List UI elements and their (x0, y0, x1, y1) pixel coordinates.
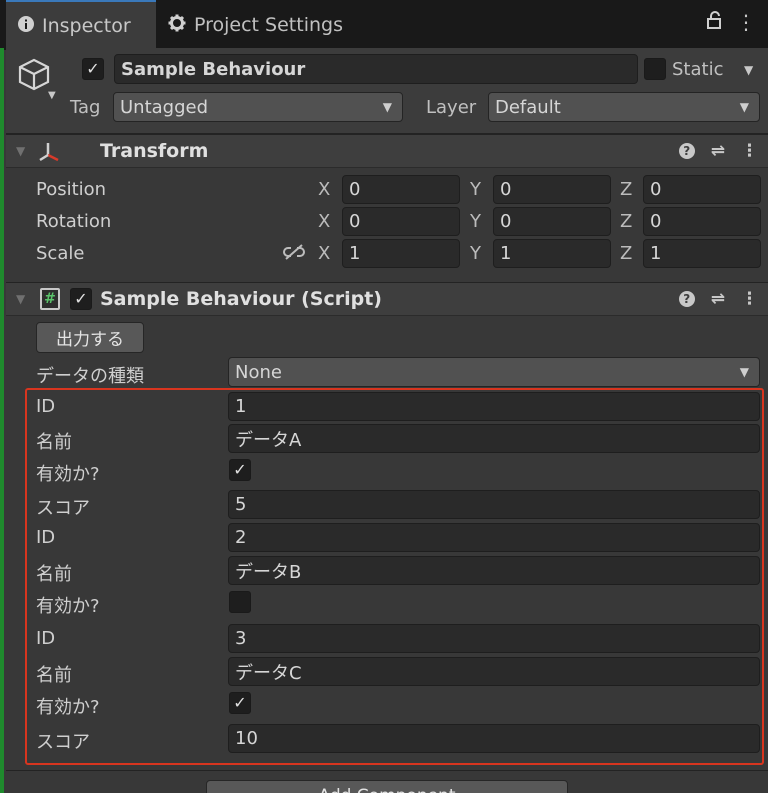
tab-bar: Inspector Project Settings ⋮ (0, 0, 768, 50)
script-enabled-checkbox[interactable]: ✓ (70, 288, 92, 310)
rotation-y-field[interactable]: 0 (493, 207, 611, 236)
more-menu-icon[interactable]: ⋮ (741, 141, 758, 161)
tag-dropdown[interactable]: Untagged ▼ (113, 92, 403, 122)
data-type-dropdown[interactable]: None ▼ (228, 357, 760, 387)
item-valid-checkbox[interactable] (229, 591, 251, 613)
selection-edge (0, 48, 4, 793)
object-name-field[interactable]: Sample Behaviour (114, 54, 638, 84)
data-type-label: データの種類 (36, 366, 144, 387)
item-id-field[interactable]: 3 (228, 624, 760, 653)
static-label: Static (672, 59, 724, 80)
item-id-field[interactable]: 2 (228, 523, 760, 552)
foldout-arrow-icon[interactable]: ▼ (16, 292, 25, 306)
help-icon[interactable]: ? (678, 143, 695, 159)
position-x-field[interactable]: 0 (342, 175, 460, 204)
presets-icon[interactable]: ⇌ (711, 141, 725, 161)
item-valid-label: 有効か? (36, 697, 100, 718)
scale-x-field[interactable]: 1 (342, 239, 460, 268)
position-z-field[interactable]: 0 (643, 175, 761, 204)
item-id-field[interactable]: 1 (228, 392, 760, 421)
item-name-label: 名前 (36, 432, 72, 453)
script-component-header[interactable]: ▼ # ✓ Sample Behaviour (Script) ? ⇌ ⋮ (6, 282, 768, 316)
position-label: Position (36, 179, 107, 200)
script-hash-icon: # (40, 288, 60, 310)
item-score-field[interactable]: 10 (228, 724, 760, 753)
chevron-down-icon: ▼ (739, 365, 749, 379)
scale-z-field[interactable]: 1 (643, 239, 761, 268)
info-icon (18, 15, 34, 37)
gear-icon (168, 14, 186, 37)
icon-dropdown-arrow[interactable]: ▼ (48, 90, 56, 101)
item-id-label: ID (36, 396, 56, 417)
foldout-arrow-icon[interactable]: ▼ (16, 144, 25, 158)
item-name-field[interactable]: データC (228, 657, 760, 686)
static-dropdown-arrow[interactable]: ▼ (744, 63, 753, 77)
tab-project-settings[interactable]: Project Settings (168, 0, 343, 50)
static-checkbox[interactable] (644, 58, 666, 80)
chevron-down-icon: ▼ (739, 100, 749, 114)
lock-icon[interactable] (706, 10, 722, 34)
item-name-label: 名前 (36, 665, 72, 686)
rotation-label: Rotation (36, 211, 112, 232)
item-name-field[interactable]: データA (228, 424, 760, 453)
position-y-field[interactable]: 0 (493, 175, 611, 204)
item-valid-label: 有効か? (36, 464, 100, 485)
chevron-down-icon: ▼ (382, 100, 392, 114)
tab-inspector-label: Inspector (42, 15, 131, 37)
presets-icon[interactable]: ⇌ (711, 289, 725, 309)
layer-label: Layer (426, 97, 477, 118)
rotation-z-field[interactable]: 0 (643, 207, 761, 236)
tab-inspector[interactable]: Inspector (6, 0, 156, 50)
item-valid-label: 有効か? (36, 596, 100, 617)
item-valid-checkbox[interactable]: ✓ (229, 459, 251, 481)
tag-label: Tag (70, 97, 101, 118)
more-menu-icon[interactable]: ⋮ (736, 10, 756, 34)
item-id-label: ID (36, 527, 56, 548)
tab-project-settings-label: Project Settings (194, 14, 343, 36)
active-checkbox[interactable]: ✓ (82, 58, 104, 80)
scale-y-field[interactable]: 1 (493, 239, 611, 268)
help-icon[interactable]: ? (678, 291, 695, 307)
transform-header[interactable]: ▼ Transform ? ⇌ ⋮ (6, 134, 768, 168)
item-name-label: 名前 (36, 564, 72, 585)
item-name-field[interactable]: データB (228, 556, 760, 585)
item-valid-checkbox[interactable]: ✓ (229, 692, 251, 714)
rotation-x-field[interactable]: 0 (342, 207, 460, 236)
output-button[interactable]: 出力する (36, 322, 144, 353)
add-component-button[interactable]: Add Component (206, 780, 568, 793)
script-title: Sample Behaviour (Script) (100, 288, 382, 310)
layer-dropdown[interactable]: Default ▼ (488, 92, 760, 122)
item-id-label: ID (36, 628, 56, 649)
item-score-field[interactable]: 5 (228, 490, 760, 519)
more-menu-icon[interactable]: ⋮ (741, 289, 758, 309)
divider (6, 770, 768, 771)
transform-title: Transform (100, 140, 209, 162)
unlink-constraint-icon[interactable] (283, 244, 305, 265)
scale-label: Scale (36, 243, 85, 264)
item-score-label: スコア (36, 732, 90, 753)
item-score-label: スコア (36, 498, 90, 519)
transform-icon (38, 141, 60, 168)
gameobject-header: ▼ ✓ Sample Behaviour Static ▼ Tag Untagg… (6, 48, 768, 134)
